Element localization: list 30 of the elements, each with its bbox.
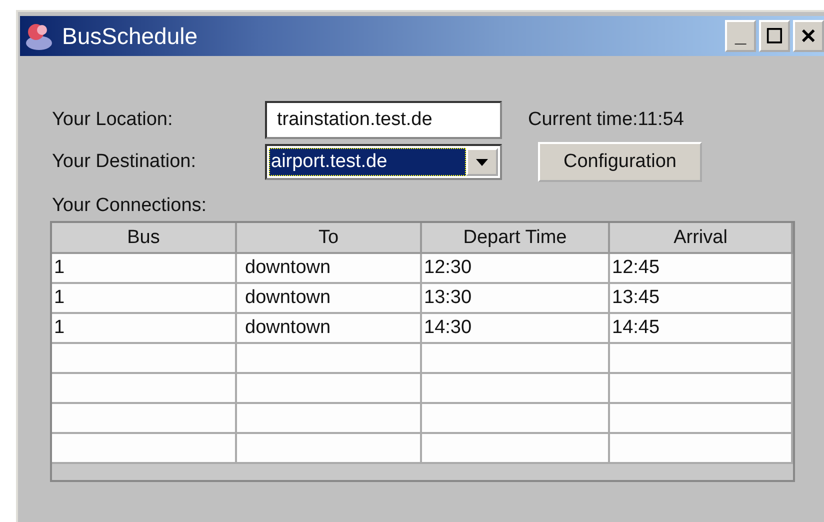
configuration-button[interactable]: Configuration [538,142,702,182]
table-cell: 14:45 [610,314,793,344]
table-cell: 1 [52,254,237,284]
table-cell: downtown [237,254,422,284]
window-title: BusSchedule [62,22,199,50]
destination-dropdown[interactable]: airport.test.de [265,144,502,180]
close-button[interactable]: ✕ [793,20,824,52]
table-cell: 14:30 [422,314,610,344]
maximize-button[interactable]: ☐ [759,20,790,52]
column-header[interactable]: Arrival [610,223,793,254]
table-cell: 13:45 [610,284,793,314]
table-cell: 13:30 [422,284,610,314]
dropdown-button[interactable] [466,148,498,176]
table-cell: 12:45 [610,254,793,284]
table-cell: downtown [237,284,422,314]
table-cell: 1 [52,314,237,344]
column-header[interactable]: To [237,223,422,254]
column-header[interactable]: Depart Time [422,223,610,254]
column-header[interactable]: Bus [52,223,237,254]
table-cell: 12:30 [422,254,610,284]
destination-label: Your Destination: [52,151,198,173]
minimize-button[interactable]: _ [725,20,756,52]
current-time: Current time:11:54 [528,109,684,131]
connections-label: Your Connections: [52,195,208,218]
app-icon [24,21,54,51]
location-label: Your Location: [52,109,174,131]
location-field[interactable]: trainstation.test.de [265,101,502,139]
caret-icon [476,158,488,166]
table-cell: 1 [52,284,237,314]
table-cell: downtown [237,314,422,344]
